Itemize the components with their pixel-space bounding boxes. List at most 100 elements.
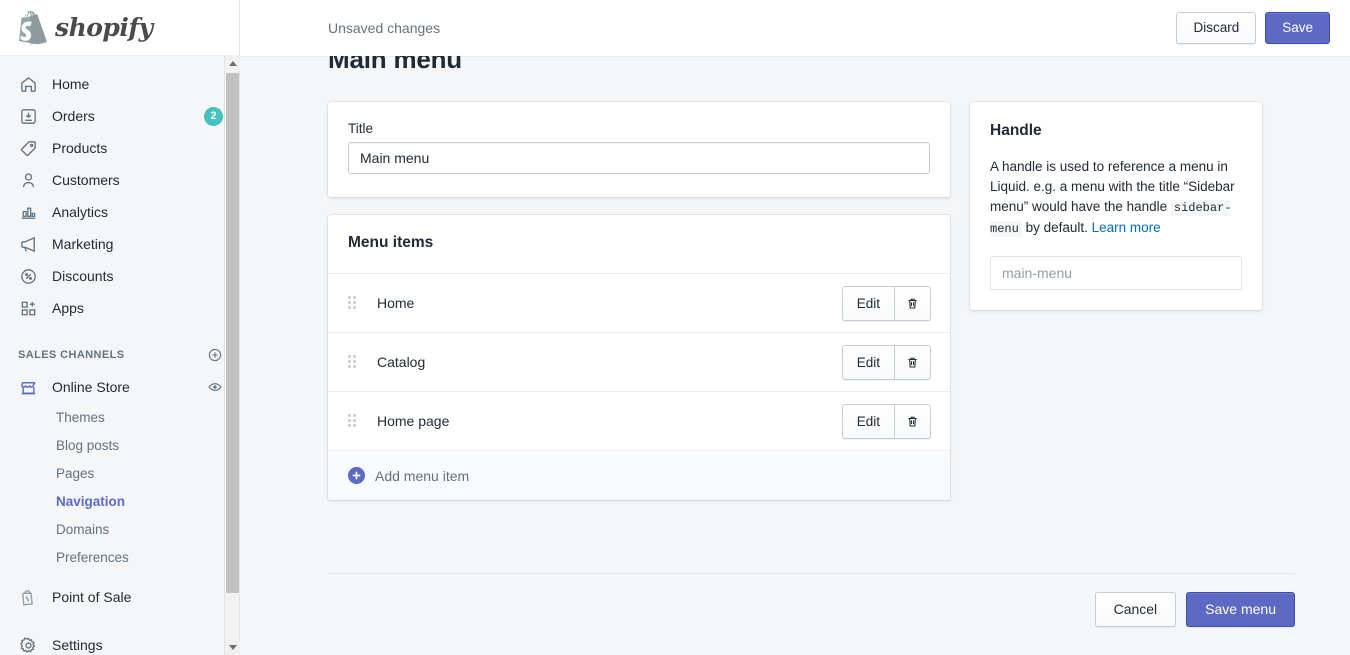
- sidebar-scrollbar[interactable]: [224, 56, 240, 655]
- sidebar-item-home[interactable]: Home: [8, 68, 231, 100]
- handle-input[interactable]: [990, 256, 1242, 290]
- orders-count-badge: 2: [204, 106, 223, 126]
- trash-icon: [908, 298, 917, 309]
- scroll-up-arrow[interactable]: [225, 56, 240, 71]
- menu-item-row[interactable]: Home page Edit: [328, 391, 950, 450]
- subnav-label: Domains: [56, 521, 110, 537]
- sidebar-nav: Home Orders 2 Products Customers Analyti…: [0, 56, 239, 655]
- title-input[interactable]: [348, 142, 930, 174]
- sidebar-item-label: Customers: [52, 172, 120, 188]
- secondary-column: Handle A handle is used to reference a m…: [970, 102, 1262, 310]
- add-menu-item-button[interactable]: Add menu item: [348, 467, 469, 484]
- apps-grid-plus-icon: [18, 298, 38, 318]
- edit-button[interactable]: Edit: [841, 285, 894, 321]
- edit-button[interactable]: Edit: [841, 403, 894, 439]
- sidebar-item-label: Settings: [52, 637, 103, 653]
- menu-item-actions: Edit: [841, 344, 931, 380]
- sidebar-item-themes[interactable]: Themes: [0, 403, 239, 431]
- marketing-megaphone-icon: [18, 234, 38, 254]
- sidebar-item-discounts[interactable]: Discounts: [8, 260, 231, 292]
- sidebar-item-label: Home: [52, 76, 90, 92]
- sidebar-item-label: Discounts: [52, 268, 114, 284]
- sidebar-item-marketing[interactable]: Marketing: [8, 228, 231, 260]
- content-columns: Title Menu items Home Edit: [328, 102, 1295, 500]
- orders-icon: [18, 106, 38, 126]
- delete-button[interactable]: [894, 344, 931, 380]
- menu-item-row[interactable]: Catalog Edit: [328, 332, 950, 391]
- save-menu-button[interactable]: Save menu: [1186, 592, 1295, 628]
- sidebar-item-navigation[interactable]: Navigation: [0, 487, 239, 515]
- nav-spacer-3: [0, 613, 239, 629]
- main-content: Main menu Title Menu items Hom: [240, 0, 1350, 655]
- sidebar-item-label: Point of Sale: [52, 589, 132, 605]
- edit-button[interactable]: Edit: [841, 344, 894, 380]
- trash-icon: [908, 357, 917, 368]
- scrollbar-thumb[interactable]: [226, 73, 239, 593]
- handle-description-part2: by default.: [1021, 220, 1092, 235]
- sidebar-item-label: Orders: [52, 108, 95, 124]
- sidebar-item-settings[interactable]: Settings: [8, 629, 231, 655]
- menu-item-actions: Edit: [841, 403, 931, 439]
- cancel-button[interactable]: Cancel: [1094, 592, 1177, 628]
- nav-spacer-2: [0, 571, 239, 581]
- sidebar-item-blog-posts[interactable]: Blog posts: [0, 431, 239, 459]
- delete-button[interactable]: [894, 403, 931, 439]
- menu-item-name: Catalog: [377, 354, 426, 370]
- page-scroll-area: Main menu Title Menu items Hom: [240, 0, 1350, 655]
- learn-more-link[interactable]: Learn more: [1092, 220, 1161, 235]
- sidebar-item-customers[interactable]: Customers: [8, 164, 231, 196]
- add-sales-channel-icon[interactable]: [207, 347, 223, 363]
- menu-item-name: Home page: [377, 413, 450, 429]
- sidebar-item-point-of-sale[interactable]: Point of Sale: [8, 581, 231, 613]
- sidebar-item-pages[interactable]: Pages: [0, 459, 239, 487]
- menu-items-heading: Menu items: [348, 234, 434, 251]
- plus-circle-icon: [348, 467, 365, 484]
- scroll-down-arrow[interactable]: [225, 640, 240, 655]
- sidebar-item-online-store[interactable]: Online Store: [8, 371, 231, 403]
- customers-person-icon: [18, 170, 38, 190]
- drag-handle-icon[interactable]: [348, 413, 358, 429]
- menu-items-header: Menu items: [328, 215, 950, 273]
- products-tag-icon: [18, 138, 38, 158]
- sidebar-item-label: Marketing: [52, 236, 114, 252]
- title-card: Title: [328, 102, 950, 197]
- pos-bag-icon: [18, 587, 38, 607]
- handle-card: Handle A handle is used to reference a m…: [970, 102, 1262, 310]
- unsaved-changes-label: Unsaved changes: [328, 20, 441, 36]
- shopify-logo[interactable]: shopify: [0, 0, 239, 56]
- primary-column: Title Menu items Home Edit: [328, 102, 950, 500]
- sidebar-item-products[interactable]: Products: [8, 132, 231, 164]
- menu-items-card: Menu items Home Edit Catalog Edit Home p…: [328, 215, 950, 500]
- sidebar-item-preferences[interactable]: Preferences: [0, 543, 239, 571]
- menu-item-actions: Edit: [841, 285, 931, 321]
- discard-button[interactable]: Discard: [1176, 11, 1257, 45]
- sidebar-item-analytics[interactable]: Analytics: [8, 196, 231, 228]
- menu-item-row[interactable]: Home Edit: [328, 273, 950, 332]
- handle-description: A handle is used to reference a menu in …: [990, 157, 1242, 239]
- subnav-label: Preferences: [56, 549, 129, 565]
- sales-channels-header: SALES CHANNELS: [0, 342, 239, 368]
- shopify-wordmark: shopify: [55, 13, 153, 42]
- topbar-actions: Discard Save: [1176, 11, 1330, 45]
- sidebar-item-apps[interactable]: Apps: [8, 292, 231, 324]
- handle-heading: Handle: [990, 122, 1042, 139]
- add-menu-item-label: Add menu item: [375, 467, 470, 484]
- eye-icon[interactable]: [207, 379, 223, 395]
- sidebar-item-label: Online Store: [52, 379, 130, 395]
- subnav-label: Pages: [56, 465, 95, 481]
- storefront-icon: [18, 377, 38, 397]
- analytics-bars-icon: [18, 202, 38, 222]
- menu-item-name: Home: [377, 295, 415, 311]
- drag-handle-icon[interactable]: [348, 354, 358, 370]
- delete-button[interactable]: [894, 285, 931, 321]
- sidebar-item-domains[interactable]: Domains: [0, 515, 239, 543]
- trash-icon: [908, 416, 917, 427]
- drag-handle-icon[interactable]: [348, 295, 358, 311]
- title-field-label: Title: [348, 121, 374, 136]
- sidebar: shopify Home Orders 2 Products Customers…: [0, 0, 240, 655]
- sidebar-item-orders[interactable]: Orders 2: [8, 100, 231, 132]
- save-button[interactable]: Save: [1265, 11, 1330, 45]
- subnav-label: Themes: [56, 409, 105, 425]
- home-icon: [18, 74, 38, 94]
- sales-channels-label: SALES CHANNELS: [18, 349, 125, 361]
